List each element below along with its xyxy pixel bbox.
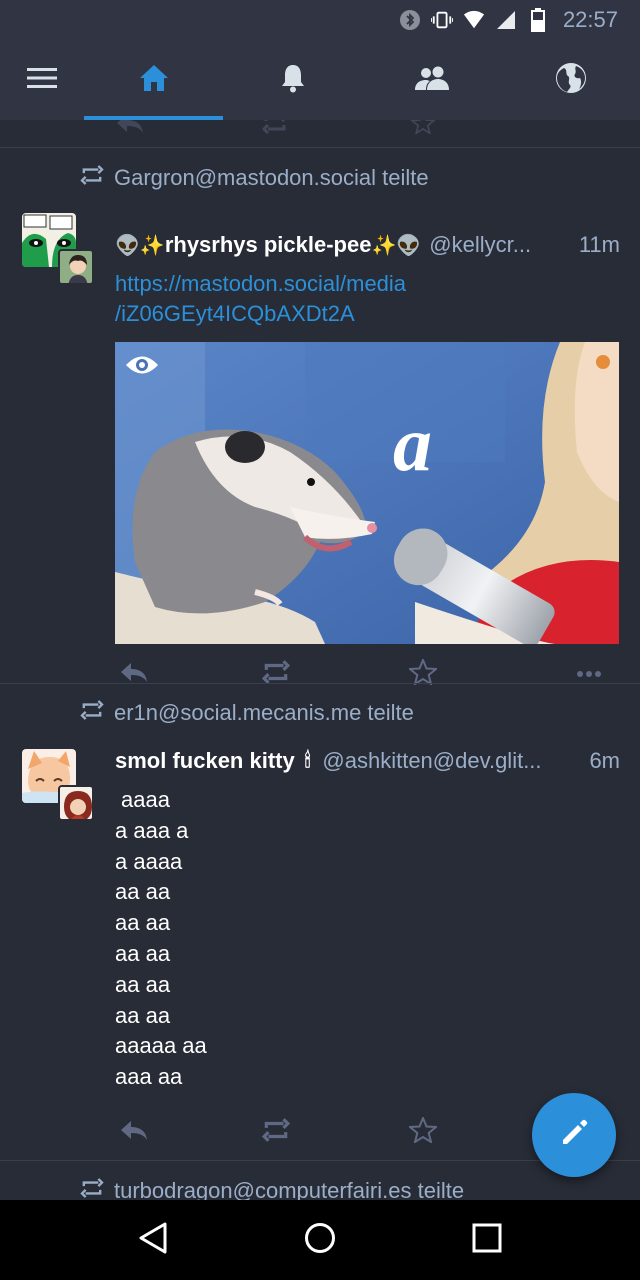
reply-icon [115, 120, 262, 140]
sparkles-alien-emoji: ✨👽 [371, 234, 422, 257]
boosted-by-text: er1n@social.mecanis.me teilte [114, 700, 414, 725]
media-link-line-2: /iZ06GEyt4ICQbAXDt2A [115, 301, 355, 326]
clock: 22:57 [562, 7, 618, 32]
signal-icon [495, 9, 517, 31]
people-icon [414, 65, 450, 96]
more-icon [576, 665, 602, 683]
boosted-by-text: Gargron@mastodon.social teilte [114, 165, 429, 190]
media-watermark-letter: a [393, 400, 432, 487]
boost-notice: er1n@social.mecanis.me teilte [80, 698, 414, 728]
more-button[interactable] [560, 665, 620, 683]
account-handle[interactable]: @ashkitten@dev.glit... [322, 748, 577, 774]
battery-icon [527, 8, 549, 32]
globe-icon [555, 62, 587, 99]
content-line: a aaa a [115, 817, 189, 843]
boost-icon [80, 165, 104, 191]
content-line: aa aa [115, 879, 171, 905]
content-line: aaaa [121, 787, 170, 812]
content-line: a aaaa [115, 848, 183, 874]
content-line: aaaaa aa [115, 1033, 207, 1059]
content-line: aa aa [115, 910, 171, 936]
boost-notice: turbodragon@computerfairi.es teilte [80, 1176, 464, 1200]
compose-icon [559, 1118, 589, 1153]
boost-button[interactable] [261, 1117, 409, 1148]
status-content: aaaa a aaa a a aaaa aa aa aa aa aa aa aa… [115, 785, 207, 1093]
content-line: aa aa [115, 1002, 171, 1028]
tab-home[interactable] [84, 40, 223, 120]
home-icon [139, 64, 169, 97]
bell-icon [280, 63, 306, 98]
display-name-text: rhysrhys pickle-pee [164, 232, 372, 257]
back-button[interactable] [123, 1210, 183, 1270]
display-name[interactable]: 👽✨ rhysrhys pickle-pee ✨👽 [115, 232, 421, 258]
boost-icon [261, 1117, 291, 1148]
content-line: aa aa [115, 971, 171, 997]
timestamp[interactable]: 11m [579, 232, 620, 258]
tab-notifications[interactable] [223, 40, 362, 120]
top-navigation [0, 40, 640, 120]
booster-avatar[interactable] [58, 249, 94, 285]
content-line: aa aa [115, 940, 171, 966]
home-button[interactable] [290, 1210, 350, 1270]
content-line: aaa aa [115, 1064, 183, 1090]
candle-emoji: 🕯 [304, 749, 311, 772]
status-card[interactable]: Gargron@mastodon.social teilte 👽✨ rhysrh… [0, 148, 640, 686]
alien-sparkles-emoji: 👽✨ [115, 234, 165, 257]
media-attachment[interactable]: a [115, 342, 619, 644]
avatar[interactable] [22, 213, 94, 285]
tab-local[interactable] [362, 40, 501, 120]
timeline[interactable]: Gargron@mastodon.social teilte 👽✨ rhysrh… [0, 120, 640, 1200]
media-link[interactable]: https://mastodon.social/media /iZ06GEyt4… [115, 269, 620, 329]
star-icon [409, 120, 437, 140]
vibrate-icon [430, 9, 453, 31]
status-bar: 22:57 [0, 0, 640, 40]
reply-button[interactable] [115, 1118, 262, 1147]
eye-icon[interactable] [125, 354, 159, 381]
reply-icon [119, 1118, 149, 1147]
wifi-icon [463, 9, 485, 31]
tab-federated[interactable] [501, 40, 640, 120]
display-name[interactable]: smol fucken kitty 🕯 [115, 748, 310, 774]
menu-button[interactable] [0, 40, 84, 120]
boost-notice: Gargron@mastodon.social teilte [80, 163, 429, 193]
boost-icon [261, 120, 409, 140]
previous-status-actions [0, 120, 640, 140]
status-header: smol fucken kitty 🕯 @ashkitten@dev.glit.… [115, 744, 620, 778]
display-name-text: smol fucken kitty [115, 748, 295, 773]
compose-button[interactable] [532, 1093, 616, 1177]
boost-icon [80, 1178, 104, 1200]
boosted-by-text: turbodragon@computerfairi.es teilte [114, 1178, 465, 1200]
star-icon [407, 1114, 439, 1148]
booster-avatar[interactable] [58, 785, 94, 821]
bluetooth-icon [399, 9, 421, 31]
boost-icon [80, 700, 104, 726]
timestamp[interactable]: 6m [589, 748, 620, 774]
system-navigation-bar [0, 1200, 640, 1280]
back-icon [138, 1222, 168, 1259]
recents-icon [472, 1223, 502, 1258]
home-circle-icon [304, 1222, 336, 1259]
account-handle[interactable]: @kellycr... [429, 232, 567, 258]
menu-icon [27, 67, 57, 94]
status-header: 👽✨ rhysrhys pickle-pee ✨👽 @kellycr... 11m [115, 228, 620, 262]
recents-button[interactable] [457, 1210, 517, 1270]
avatar[interactable] [22, 749, 94, 821]
media-link-line-1: https://mastodon.social/media [115, 271, 407, 296]
